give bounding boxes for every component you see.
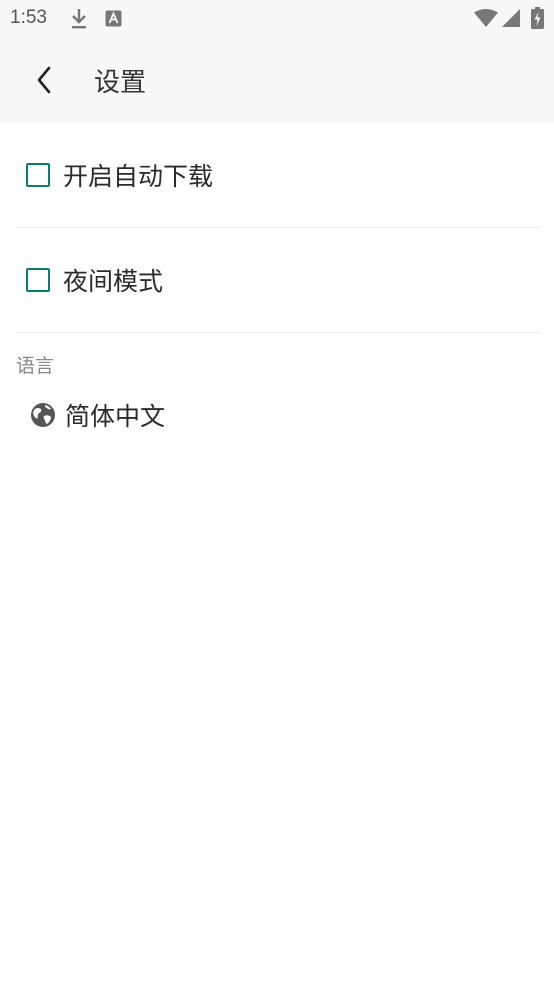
language-current-label: 简体中文	[65, 402, 166, 431]
setting-night-mode[interactable]: 夜间模式	[16, 228, 540, 333]
wifi-icon	[474, 9, 498, 27]
status-bar: 1:53	[0, 0, 554, 38]
setting-auto-download[interactable]: 开启自动下载	[16, 123, 540, 228]
night-mode-label: 夜间模式	[63, 267, 164, 296]
back-button[interactable]	[22, 58, 66, 102]
app-notification-icon	[105, 10, 122, 27]
globe-icon	[31, 403, 55, 427]
app-bar: 设置	[0, 38, 554, 123]
night-mode-checkbox[interactable]	[26, 268, 50, 292]
page-title: 设置	[94, 68, 147, 98]
auto-download-checkbox[interactable]	[26, 163, 50, 187]
battery-charging-icon	[531, 7, 544, 29]
status-time: 1:53	[10, 7, 47, 28]
language-section-header: 语言	[16, 355, 55, 377]
language-selector[interactable]: 简体中文	[30, 396, 165, 434]
auto-download-label: 开启自动下载	[63, 162, 214, 191]
chevron-left-icon	[37, 66, 51, 94]
download-icon	[72, 9, 86, 29]
cellular-signal-icon	[502, 9, 520, 27]
